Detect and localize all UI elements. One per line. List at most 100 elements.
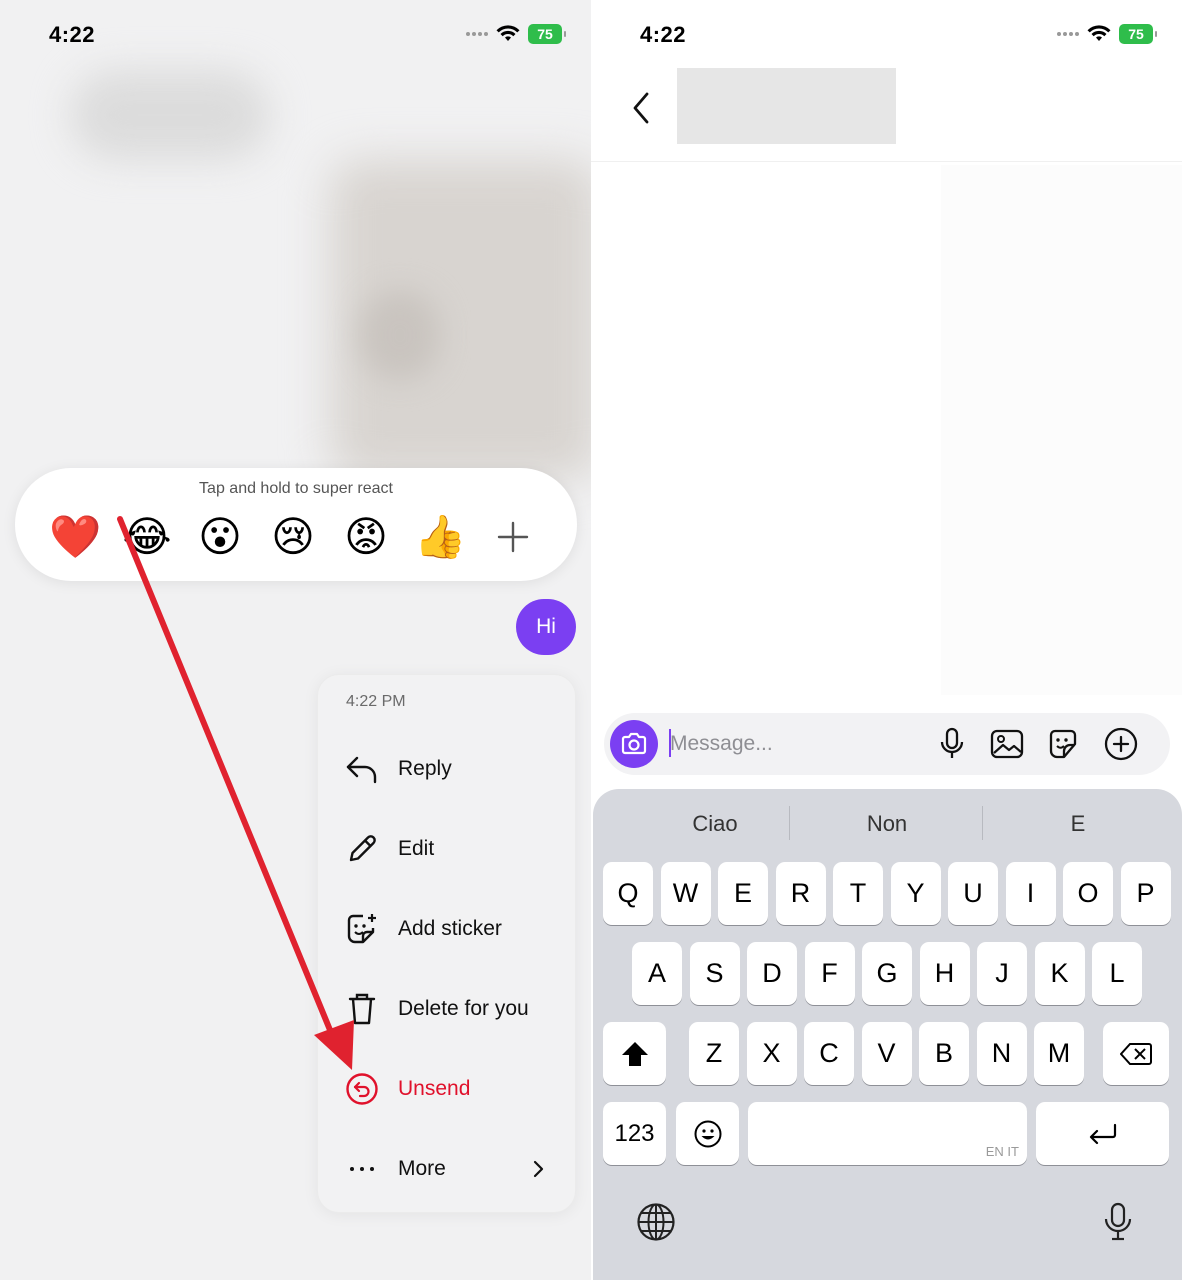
- battery-level: 75: [1128, 26, 1144, 42]
- redacted-contact-name[interactable]: [677, 68, 896, 144]
- key-w[interactable]: W: [660, 862, 711, 925]
- wifi-icon: [496, 25, 520, 41]
- message-bubble[interactable]: Hi: [516, 599, 576, 655]
- reaction-wow[interactable]: 😮: [195, 512, 245, 562]
- shift-key[interactable]: [603, 1022, 666, 1085]
- chevron-right-icon: [533, 1160, 544, 1178]
- reaction-bar: Tap and hold to super react ❤️ 😂 😮 😢 😡 👍: [15, 468, 577, 581]
- globe-icon[interactable]: [634, 1200, 678, 1244]
- message-context-menu: 4:22 PM Reply Edit Add sticker Delete fo…: [317, 674, 576, 1213]
- key-m[interactable]: M: [1034, 1022, 1084, 1085]
- key-k[interactable]: K: [1034, 942, 1085, 1005]
- menu-label-delete-for-you: Delete for you: [398, 997, 529, 1020]
- menu-label-more: More: [398, 1157, 446, 1180]
- numbers-key[interactable]: 123: [603, 1102, 666, 1165]
- emoji-icon: [694, 1120, 721, 1147]
- suggestion-divider: [789, 806, 790, 840]
- key-s[interactable]: S: [689, 942, 740, 1005]
- blurred-detail: [360, 290, 440, 380]
- reaction-heart[interactable]: ❤️: [49, 512, 101, 562]
- menu-item-reply[interactable]: Reply: [318, 739, 577, 799]
- key-t[interactable]: T: [833, 862, 883, 925]
- key-c[interactable]: C: [804, 1022, 854, 1085]
- status-indicators: 75: [466, 24, 566, 44]
- menu-item-delete-for-you[interactable]: Delete for you: [318, 979, 577, 1039]
- blurred-header: [70, 70, 270, 160]
- gallery-icon[interactable]: [989, 726, 1025, 762]
- key-u[interactable]: U: [948, 862, 998, 925]
- battery-icon: 75: [1119, 24, 1157, 44]
- key-q[interactable]: Q: [603, 862, 653, 925]
- status-time: 4:22: [49, 22, 96, 47]
- battery-icon: 75: [528, 24, 566, 44]
- key-o[interactable]: O: [1063, 862, 1113, 925]
- camera-button[interactable]: [610, 720, 658, 768]
- menu-item-more[interactable]: More: [318, 1139, 577, 1199]
- key-a[interactable]: A: [632, 942, 682, 1005]
- reaction-cry[interactable]: 😢: [268, 512, 318, 562]
- header-divider: [591, 161, 1182, 162]
- sticker-icon: [344, 911, 380, 947]
- sticker-icon[interactable]: [1046, 726, 1082, 762]
- return-key[interactable]: [1036, 1102, 1169, 1165]
- key-b[interactable]: B: [919, 1022, 969, 1085]
- faded-background: [941, 165, 1182, 695]
- key-r[interactable]: R: [775, 862, 826, 925]
- reply-icon: [344, 751, 380, 787]
- key-j[interactable]: J: [977, 942, 1027, 1005]
- suggestion-1[interactable]: Ciao: [635, 809, 795, 839]
- message-timestamp: 4:22 PM: [346, 693, 406, 710]
- message-composer: [604, 713, 1170, 775]
- reaction-thumbs-up[interactable]: 👍: [414, 512, 466, 562]
- ios-keyboard: Ciao Non E QWERTYUIOP ASDFGHJKL ZXCVBNM …: [593, 789, 1182, 1280]
- trash-icon: [344, 991, 380, 1027]
- camera-icon: [621, 732, 647, 755]
- right-screenshot: 4:22 75 Ciao No: [591, 0, 1182, 1280]
- status-indicators: 75: [1057, 24, 1157, 44]
- signal-icon: [1057, 32, 1079, 36]
- key-z[interactable]: Z: [689, 1022, 739, 1085]
- reaction-angry[interactable]: 😡: [341, 512, 391, 562]
- microphone-icon[interactable]: [934, 726, 970, 762]
- message-input[interactable]: [670, 728, 920, 760]
- backspace-icon: [1120, 1042, 1152, 1065]
- unsend-icon: [344, 1071, 380, 1107]
- battery-level: 75: [537, 26, 553, 42]
- suggestion-3[interactable]: E: [998, 809, 1158, 839]
- key-f[interactable]: F: [804, 942, 855, 1005]
- add-circle-icon[interactable]: [1103, 726, 1139, 762]
- more-dots-icon: [344, 1151, 380, 1187]
- key-x[interactable]: X: [746, 1022, 797, 1085]
- plus-icon[interactable]: [493, 512, 533, 562]
- menu-item-add-sticker[interactable]: Add sticker: [318, 899, 577, 959]
- pencil-icon: [344, 831, 380, 867]
- key-v[interactable]: V: [861, 1022, 912, 1085]
- status-time: 4:22: [640, 22, 687, 47]
- key-h[interactable]: H: [919, 942, 970, 1005]
- wifi-icon: [1087, 25, 1111, 41]
- emoji-key[interactable]: [676, 1102, 739, 1165]
- message-text: Hi: [536, 615, 556, 638]
- key-i[interactable]: I: [1005, 862, 1056, 925]
- key-g[interactable]: G: [862, 942, 912, 1005]
- menu-label-unsend: Unsend: [398, 1077, 471, 1100]
- suggestion-divider: [982, 806, 983, 840]
- key-e[interactable]: E: [718, 862, 768, 925]
- menu-item-edit[interactable]: Edit: [318, 819, 577, 879]
- reaction-laugh[interactable]: 😂: [122, 512, 172, 562]
- dictation-microphone-icon[interactable]: [1096, 1200, 1140, 1244]
- key-p[interactable]: P: [1120, 862, 1171, 925]
- shift-icon: [621, 1041, 648, 1066]
- space-key[interactable]: EN IT: [748, 1102, 1027, 1165]
- back-chevron-icon[interactable]: [627, 88, 657, 128]
- key-l[interactable]: L: [1092, 942, 1142, 1005]
- key-d[interactable]: D: [747, 942, 797, 1005]
- return-icon: [1089, 1123, 1116, 1144]
- menu-item-unsend[interactable]: Unsend: [318, 1059, 577, 1119]
- left-screenshot: 4:22 75 Tap and hold to super react ❤️ 😂…: [0, 0, 591, 1280]
- space-language-label: EN IT: [985, 1144, 1019, 1159]
- key-y[interactable]: Y: [890, 862, 941, 925]
- key-n[interactable]: N: [976, 1022, 1027, 1085]
- suggestion-2[interactable]: Non: [803, 809, 971, 839]
- backspace-key[interactable]: [1103, 1022, 1169, 1085]
